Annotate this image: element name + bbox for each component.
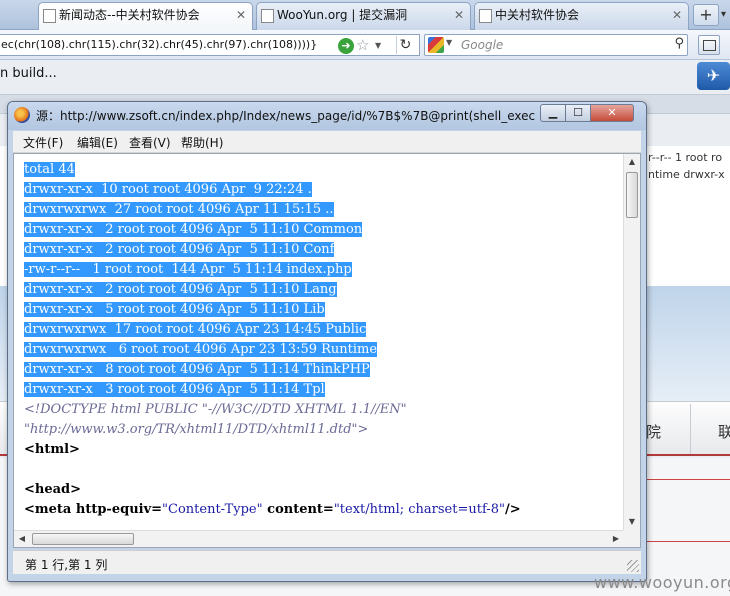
tab-label: 中关村软件协会 [495,8,580,22]
tab-news[interactable]: 新闻动态--中关村软件协会 ✕ [38,2,253,31]
html-tag: <html> [24,442,80,457]
source-code: total 44 drwxr-xr-x 10 root root 4096 Ap… [24,160,624,520]
head-tag: <head> [24,482,82,497]
divider [690,404,691,454]
meta-tag: <meta [24,502,72,517]
meta-close: /> [504,502,521,517]
url-text: ec(chr(108).chr(115).chr(32).chr(45).chr… [1,38,318,51]
scroll-up-icon[interactable]: ▲ [624,154,640,170]
scroll-left-icon[interactable]: ◀ [14,531,30,547]
window-title: 源：http://www.zsoft.cn/index.php/Index/ne… [36,109,536,123]
reload-icon[interactable]: ↻ [396,36,414,54]
tab-label: WooYun.org | 提交漏洞 [277,8,408,22]
listing-line: drwxr-xr-x 5 root root 4096 Apr 5 11:10 … [24,302,325,317]
scroll-down-icon[interactable]: ▼ [624,514,640,530]
meta-value: "Content-Type" [162,502,263,517]
firefox-icon [14,107,30,123]
vertical-scrollbar[interactable]: ▲ ▼ [623,154,640,530]
listing-line: drwxrwxrwx 27 root root 4096 Apr 11 15:1… [24,202,334,217]
listing-line: drwxrwxrwx 17 root root 4096 Apr 23 14:4… [24,322,367,337]
close-button[interactable]: ✕ [590,104,634,122]
background-snippet: r--r-- 1 root ro [648,151,723,164]
listing-line: total 44 [24,162,75,177]
page-favicon-icon [479,9,492,23]
meta-attr: http-equiv= [71,502,163,517]
listing-line: drwxr-xr-x 10 root root 4096 Apr 9 22:24… [24,182,312,197]
horizontal-scrollbar[interactable]: ◀ ▶ [14,530,624,547]
background-nav-item[interactable]: 联 [718,421,730,442]
menu-help[interactable]: 帮助(H) [181,134,223,151]
search-input[interactable]: ▼ Google ⚲ [424,34,688,56]
scroll-thumb[interactable] [626,172,638,218]
meta-value: "text/html; charset=utf-8" [333,502,505,517]
resize-grip-icon[interactable] [627,560,639,572]
scroll-corner [623,530,640,547]
chevron-down-icon[interactable]: ▼ [446,38,452,47]
build-text: n build... [0,66,57,81]
screen: 新闻动态--中关村软件协会 ✕ WooYun.org | 提交漏洞 ✕ 中关村软… [0,0,730,596]
status-bar: 第 1 行,第 1 列 [13,550,641,574]
menu-file[interactable]: 文件(F) [23,134,63,151]
listing-line: -rw-r--r-- 1 root root 144 Apr 5 11:14 i… [24,262,352,277]
menu-bar: 文件(F) 编辑(E) 查看(V) 帮助(H) [13,131,641,153]
doctype-line: <!DOCTYPE html PUBLIC "-//W3C//DTD XHTML… [24,402,407,417]
divider [645,479,730,480]
google-icon[interactable] [428,37,444,53]
menu-view[interactable]: 查看(V) [129,134,171,151]
listing-line: drwxr-xr-x 2 root root 4096 Apr 5 11:10 … [24,242,335,257]
background-snippet: ntime drwxr-x [648,168,725,181]
menu-edit[interactable]: 编辑(E) [77,134,118,151]
tab-list-icon[interactable]: ▾ [721,4,730,26]
close-tab-icon[interactable]: ✕ [454,3,464,28]
meta-attr: content= [262,502,334,517]
url-input[interactable]: ec(chr(108).chr(115).chr(32).chr(45).chr… [0,34,420,56]
page-favicon-icon [261,9,274,23]
go-arrow-icon[interactable]: ➜ [338,38,354,54]
tab-zsoft[interactable]: 中关村软件协会 ✕ [474,2,689,30]
watermark: www.wooyun.org [594,573,730,592]
cursor-position: 第 1 行,第 1 列 [25,558,108,572]
bookmark-star-icon[interactable]: ☆ [356,35,369,55]
new-tab-button[interactable]: + [693,4,719,26]
source-code-area[interactable]: total 44 drwxr-xr-x 10 root root 4096 Ap… [13,153,641,548]
scroll-thumb[interactable] [32,533,134,545]
close-tab-icon[interactable]: ✕ [672,3,682,28]
minimize-button[interactable]: ▁ [540,104,566,122]
divider [645,541,730,542]
scroll-right-icon[interactable]: ▶ [608,531,624,547]
maximize-button[interactable]: ☐ [565,104,591,122]
bird-icon[interactable]: ✈ [697,62,730,90]
chevron-down-icon[interactable]: ▼ [375,36,381,55]
navigation-bar: ec(chr(108).chr(115).chr(32).chr(45).chr… [0,30,730,60]
search-placeholder: Google [461,38,504,52]
window-titlebar[interactable]: 源：http://www.zsoft.cn/index.php/Index/ne… [8,102,646,130]
listing-line: drwxrwxrwx 6 root root 4096 Apr 23 13:59… [24,342,378,357]
view-source-window: 源：http://www.zsoft.cn/index.php/Index/ne… [7,101,647,582]
browser-tab-strip: 新闻动态--中关村软件协会 ✕ WooYun.org | 提交漏洞 ✕ 中关村软… [0,0,730,31]
listing-line: drwxr-xr-x 8 root root 4096 Apr 5 11:14 … [24,362,370,377]
background-nav-item[interactable]: 院 [646,421,661,442]
tab-wooyun[interactable]: WooYun.org | 提交漏洞 ✕ [256,2,471,30]
search-icon[interactable]: ⚲ [674,36,684,51]
doctype-line: "http://www.w3.org/TR/xhtml11/DTD/xhtml1… [24,422,369,437]
tab-label: 新闻动态--中关村软件协会 [59,8,200,22]
listing-line: drwxr-xr-x 3 root root 4096 Apr 5 11:14 … [24,382,325,397]
listing-line: drwxr-xr-x 2 root root 4096 Apr 5 11:10 … [24,282,337,297]
screenshot-icon[interactable] [698,35,720,55]
close-tab-icon[interactable]: ✕ [236,3,246,28]
page-favicon-icon [43,9,56,23]
listing-line: drwxr-xr-x 2 root root 4096 Apr 5 11:10 … [24,222,363,237]
